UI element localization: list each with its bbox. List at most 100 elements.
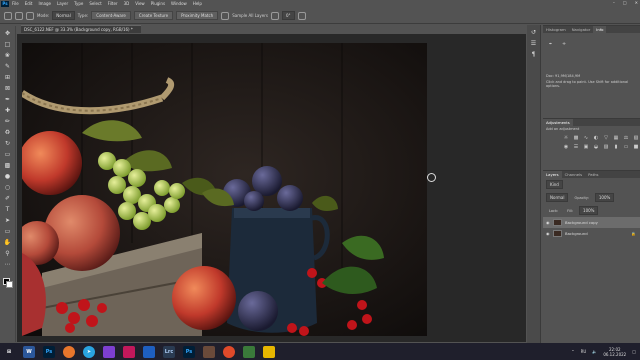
move-tool-icon[interactable]: ✥: [3, 29, 13, 37]
lightroom-classic-icon[interactable]: Lrc: [163, 345, 175, 358]
menu-type[interactable]: Type: [74, 1, 83, 6]
eraser-tool-icon[interactable]: ▭: [3, 150, 13, 158]
eye-icon[interactable]: ◉: [546, 220, 550, 225]
tab-histogram[interactable]: Histogram: [543, 26, 569, 33]
selective-color-icon[interactable]: ■: [633, 144, 639, 150]
paragraph-icon[interactable]: ¶: [529, 50, 539, 58]
clock[interactable]: 22:02 06.12.2022: [603, 347, 626, 357]
menu-plugins[interactable]: Plugins: [151, 1, 165, 6]
dodge-tool-icon[interactable]: ○: [3, 183, 13, 191]
start-button[interactable]: ⊞: [3, 345, 15, 358]
photo-viewer-icon[interactable]: [203, 345, 215, 358]
invert-icon[interactable]: ◒: [593, 144, 599, 150]
file-explorer-icon[interactable]: [263, 345, 275, 358]
app-icon[interactable]: [143, 345, 155, 358]
menu-layer[interactable]: Layer: [57, 1, 68, 6]
tab-adjustments[interactable]: Adjustments: [543, 119, 573, 126]
curves-icon[interactable]: ∿: [583, 135, 589, 141]
hand-tool-icon[interactable]: ✋: [3, 238, 13, 246]
gradient-tool-icon[interactable]: ▩: [3, 161, 13, 169]
lasso-tool-icon[interactable]: ❀: [3, 51, 13, 59]
photos-app-icon[interactable]: [243, 345, 255, 358]
opacity-field[interactable]: 100%: [594, 193, 615, 202]
chevron-up-icon[interactable]: ⌃: [571, 349, 574, 354]
brush-size-icon[interactable]: [26, 11, 34, 20]
menu-help[interactable]: Help: [193, 1, 202, 6]
menu-edit[interactable]: Edit: [25, 1, 33, 6]
black-white-icon[interactable]: ▧: [633, 135, 639, 141]
home-icon[interactable]: [4, 11, 12, 20]
tab-navigator[interactable]: Navigator: [569, 26, 594, 33]
language-indicator[interactable]: RU: [581, 349, 587, 354]
history-icon[interactable]: ↺: [529, 28, 539, 36]
layer-row-background-copy[interactable]: ◉ Background copy: [543, 217, 640, 228]
photo-filter-icon[interactable]: ◉: [563, 144, 569, 150]
document-tab[interactable]: DSC_6122.NEF @ 33.3% (Background copy, R…: [21, 25, 141, 33]
app-icon[interactable]: [103, 345, 115, 358]
history-brush-tool-icon[interactable]: ↻: [3, 139, 13, 147]
document-canvas[interactable]: [22, 43, 427, 336]
gradient-map-icon[interactable]: ▭: [623, 144, 629, 150]
color-lookup-icon[interactable]: ▣: [583, 144, 589, 150]
properties-icon[interactable]: ☰: [529, 39, 539, 47]
brightness-icon[interactable]: ☼: [563, 135, 569, 141]
maximize-icon[interactable]: □: [623, 0, 627, 5]
menu-image[interactable]: Image: [38, 1, 51, 6]
close-icon[interactable]: ✕: [635, 0, 638, 5]
pen-tool-icon[interactable]: ✐: [3, 194, 13, 202]
media-player-icon[interactable]: [123, 345, 135, 358]
menu-view[interactable]: View: [135, 1, 145, 6]
proximity-match-button[interactable]: Proximity Match: [176, 11, 219, 20]
clone-stamp-tool-icon[interactable]: ♻: [3, 128, 13, 136]
spot-healing-brush-icon[interactable]: [15, 11, 23, 20]
angle-field[interactable]: 0°: [281, 11, 295, 20]
photoshop-taskbar-icon[interactable]: Ps: [183, 345, 195, 358]
firefox-icon[interactable]: [63, 345, 75, 358]
type-tool-icon[interactable]: T: [3, 205, 13, 213]
chrome-icon[interactable]: [223, 345, 235, 358]
brush-tool-icon[interactable]: ✏: [3, 117, 13, 125]
create-texture-button[interactable]: Create Texture: [133, 11, 174, 20]
eyedropper-tool-icon[interactable]: ✒: [3, 95, 13, 103]
sample-all-layers-checkbox[interactable]: [221, 11, 230, 20]
marquee-tool-icon[interactable]: □: [3, 40, 13, 48]
vibrance-icon[interactable]: ▽: [603, 135, 609, 141]
telegram-icon[interactable]: ➤: [83, 345, 95, 358]
photoshop-taskbar-icon[interactable]: Ps: [43, 345, 55, 358]
exposure-icon[interactable]: ◐: [593, 135, 599, 141]
posterize-icon[interactable]: ▨: [603, 144, 609, 150]
content-aware-button[interactable]: Content-Aware: [91, 11, 131, 20]
angle-icon[interactable]: [270, 11, 279, 20]
levels-icon[interactable]: ▩: [573, 135, 579, 141]
menu-select[interactable]: Select: [89, 1, 101, 6]
menu-window[interactable]: Window: [171, 1, 187, 6]
background-color-swatch[interactable]: [6, 281, 13, 288]
notifications-icon[interactable]: □: [632, 349, 636, 354]
tab-paths[interactable]: Paths: [585, 171, 601, 178]
crop-tool-icon[interactable]: ⊞: [3, 73, 13, 81]
pressure-icon[interactable]: [297, 11, 306, 20]
menu-file[interactable]: File: [12, 1, 19, 6]
quick-select-tool-icon[interactable]: ✎: [3, 62, 13, 70]
fill-field[interactable]: 100%: [579, 206, 599, 215]
shape-tool-icon[interactable]: ▭: [3, 227, 13, 235]
menu-3d[interactable]: 3D: [124, 1, 130, 6]
layer-kind-filter[interactable]: Kind: [546, 180, 563, 189]
tab-layers[interactable]: Layers: [543, 171, 562, 178]
mode-select[interactable]: Normal: [52, 11, 75, 20]
word-icon[interactable]: W: [23, 345, 35, 358]
more-tools-icon[interactable]: ⋯: [3, 260, 13, 268]
zoom-tool-icon[interactable]: ⚲: [3, 249, 13, 257]
layer-row-background[interactable]: ◉ Background 🔒: [543, 228, 640, 239]
channel-mixer-icon[interactable]: ☰: [573, 144, 579, 150]
eye-icon[interactable]: ◉: [546, 231, 550, 236]
blur-tool-icon[interactable]: ●: [3, 172, 13, 180]
minimize-icon[interactable]: –: [613, 0, 615, 5]
speaker-icon[interactable]: 🔈: [592, 349, 597, 354]
hue-saturation-icon[interactable]: ▦: [613, 135, 619, 141]
color-balance-icon[interactable]: ⚖: [623, 135, 629, 141]
tab-channels[interactable]: Channels: [562, 171, 586, 178]
path-select-tool-icon[interactable]: ➤: [3, 216, 13, 224]
frame-tool-icon[interactable]: ⊠: [3, 84, 13, 92]
menu-filter[interactable]: Filter: [108, 1, 118, 6]
